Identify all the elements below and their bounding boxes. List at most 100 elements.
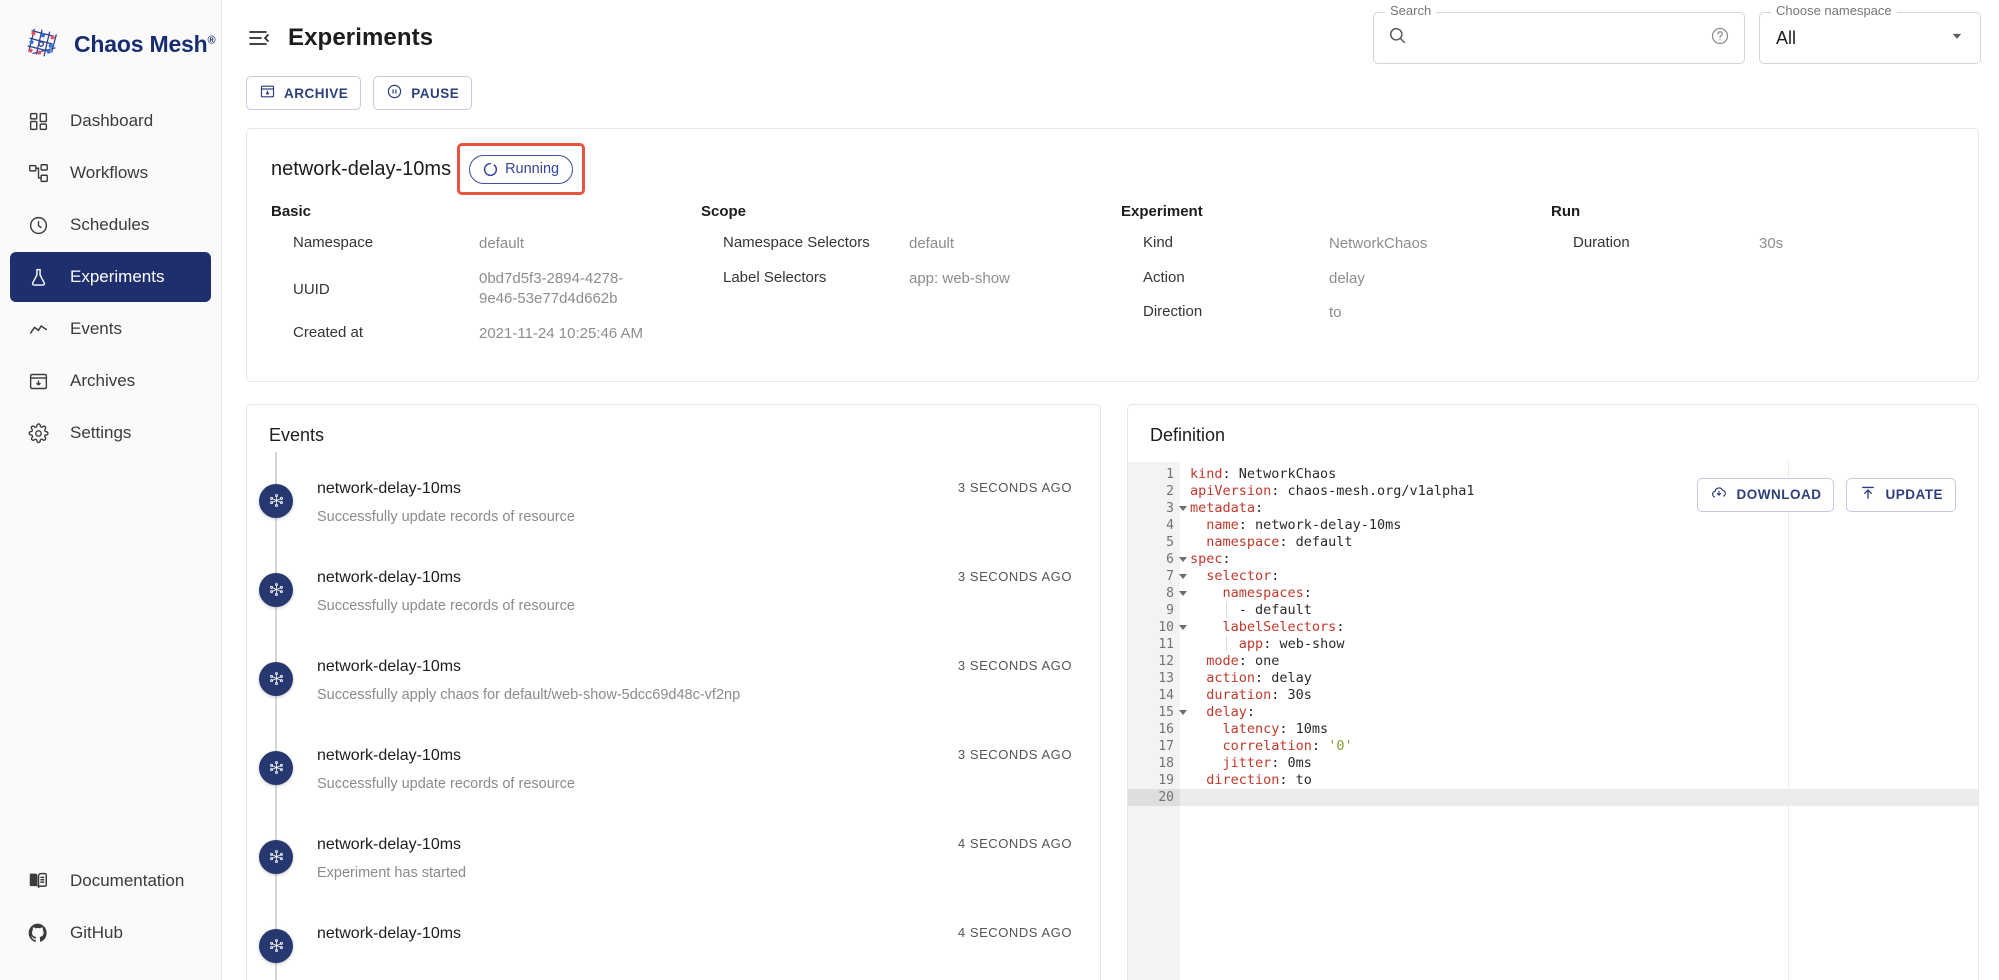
sidebar-item-label: Workflows <box>70 163 148 183</box>
detail-key: Direction <box>1121 303 1329 320</box>
search-input[interactable]: Search <box>1373 12 1745 64</box>
list-item[interactable]: network-delay-10ms Successfully update r… <box>247 547 1100 636</box>
detail-row: UUID 0bd7d5f3-2894-4278-9e46-53e77d4d662… <box>271 269 701 310</box>
events-card: Events <box>246 404 1101 980</box>
download-button[interactable]: DOWNLOAD <box>1697 478 1834 512</box>
sidebar-item-schedules[interactable]: Schedules <box>10 200 211 250</box>
editor-code[interactable]: kind: NetworkChaosapiVersion: chaos-mesh… <box>1180 462 1978 980</box>
list-item[interactable]: network-delay-10ms Experiment has starte… <box>247 814 1100 903</box>
code-line: namespaces: <box>1180 585 1978 602</box>
sidebar-spacer <box>0 458 221 856</box>
sidebar-item-events[interactable]: Events <box>10 304 211 354</box>
experiment-detail-grid: Basic Namespace default UUID 0bd7d5f3-28… <box>271 203 1954 359</box>
search-text-field[interactable] <box>1408 29 1710 47</box>
event-title: network-delay-10ms <box>317 658 958 676</box>
archive-button[interactable]: ARCHIVE <box>246 76 361 110</box>
list-item[interactable]: network-delay-10ms Successfully apply ch… <box>247 636 1100 725</box>
event-timestamp: 4 SECONDS AGO <box>958 836 1100 903</box>
pause-circle-icon <box>386 83 403 103</box>
yaml-editor[interactable]: 1 2 3 4 5 6 7 8 9 10 11 12 13 <box>1128 462 1978 980</box>
brand[interactable]: Chaos Mesh® <box>0 18 221 70</box>
update-button-label: UPDATE <box>1885 487 1943 502</box>
event-body: network-delay-10ms Successfully apply ch… <box>293 636 1100 725</box>
chaos-event-icon <box>259 484 293 518</box>
detail-key: Namespace <box>271 234 479 251</box>
archive-button-label: ARCHIVE <box>284 86 348 101</box>
detail-key: UUID <box>271 281 479 298</box>
event-message: Successfully update records of resource <box>317 509 958 525</box>
topbar: Experiments Search <box>222 0 1999 76</box>
code-line: latency: 10ms <box>1180 721 1978 738</box>
code-line: namespace: default <box>1180 534 1978 551</box>
detail-key: Created at <box>271 324 479 341</box>
chaos-mesh-logo-icon <box>22 23 64 65</box>
sidebar-item-label: Experiments <box>70 267 164 287</box>
activity-icon <box>26 317 50 341</box>
upload-icon <box>1859 484 1877 505</box>
main-area: Experiments Search <box>222 0 1999 980</box>
events-timeline: network-delay-10ms Successfully update r… <box>247 452 1100 980</box>
sidebar-item-documentation[interactable]: Documentation <box>10 856 211 906</box>
event-timestamp: 3 SECONDS AGO <box>958 747 1100 814</box>
event-message: Successfully update records of resource <box>317 598 958 614</box>
chaos-event-icon <box>259 573 293 607</box>
list-item[interactable]: network-delay-10ms 4 SECONDS AGO <box>247 903 1100 980</box>
help-circle-icon[interactable] <box>1710 26 1730 51</box>
download-button-label: DOWNLOAD <box>1736 487 1821 502</box>
namespace-select[interactable]: Choose namespace All <box>1759 12 1981 64</box>
event-title: network-delay-10ms <box>317 925 958 943</box>
detail-row: Label Selectors app: web-show <box>701 269 1121 290</box>
dashboard-icon <box>26 109 50 133</box>
brand-name: Chaos Mesh® <box>74 31 215 58</box>
sidebar-item-archives[interactable]: Archives <box>10 356 211 406</box>
line-number: 5 <box>1128 534 1180 551</box>
detail-column-experiment: Experiment Kind NetworkChaos Action dela… <box>1121 203 1551 359</box>
detail-column-basic: Basic Namespace default UUID 0bd7d5f3-28… <box>271 203 701 359</box>
definition-card: Definition DOWNLOAD <box>1127 404 1979 980</box>
archive-icon <box>26 369 50 393</box>
topbar-right: Search <box>1373 12 1981 64</box>
detail-value: NetworkChaos <box>1329 234 1489 255</box>
sidebar-bottom-nav: Documentation GitHub <box>0 856 221 980</box>
line-number: 12 <box>1128 653 1180 670</box>
status-badge[interactable]: Running <box>469 155 573 184</box>
update-button[interactable]: UPDATE <box>1846 478 1956 512</box>
sidebar-item-label: Settings <box>70 423 131 443</box>
line-number: 19 <box>1128 772 1180 789</box>
event-texts: network-delay-10ms Successfully update r… <box>317 747 958 814</box>
event-body: network-delay-10ms Experiment has starte… <box>293 814 1100 903</box>
archive-icon <box>259 83 276 103</box>
sidebar-item-workflows[interactable]: Workflows <box>10 148 211 198</box>
pause-button-label: PAUSE <box>411 86 459 101</box>
lower-panels: Events <box>246 404 1979 980</box>
list-item[interactable]: network-delay-10ms Successfully update r… <box>247 458 1100 547</box>
hamburger-collapse-icon[interactable] <box>246 25 272 51</box>
sidebar-item-github[interactable]: GitHub <box>10 908 211 958</box>
book-icon <box>26 869 50 893</box>
editor-gutter: 1 2 3 4 5 6 7 8 9 10 11 12 13 <box>1128 462 1180 980</box>
event-timestamp: 3 SECONDS AGO <box>958 658 1100 725</box>
event-title: network-delay-10ms <box>317 747 958 765</box>
detail-value: to <box>1329 303 1489 324</box>
experiment-name: network-delay-10ms <box>271 158 451 181</box>
sidebar-item-label: Events <box>70 319 122 339</box>
sidebar-item-settings[interactable]: Settings <box>10 408 211 458</box>
action-toolbar: ARCHIVE PAUSE <box>222 76 1999 110</box>
detail-column-scope: Scope Namespace Selectors default Label … <box>701 203 1121 359</box>
sidebar-item-experiments[interactable]: Experiments <box>10 252 211 302</box>
chevron-down-icon[interactable] <box>1947 26 1967 51</box>
line-number: 13 <box>1128 670 1180 687</box>
code-line: delay: <box>1180 704 1978 721</box>
code-line <box>1180 789 1978 806</box>
detail-key: Action <box>1121 269 1329 286</box>
status-badge-wrapper: Running <box>469 155 573 184</box>
event-timestamp: 3 SECONDS AGO <box>958 569 1100 636</box>
line-number: 9 <box>1128 602 1180 619</box>
detail-value: 2021-11-24 10:25:46 AM <box>479 324 701 345</box>
pause-button[interactable]: PAUSE <box>373 76 472 110</box>
detail-key: Duration <box>1551 234 1759 251</box>
line-number: 1 <box>1128 466 1180 483</box>
list-item[interactable]: network-delay-10ms Successfully update r… <box>247 725 1100 814</box>
sidebar-item-dashboard[interactable]: Dashboard <box>10 96 211 146</box>
line-number: 2 <box>1128 483 1180 500</box>
